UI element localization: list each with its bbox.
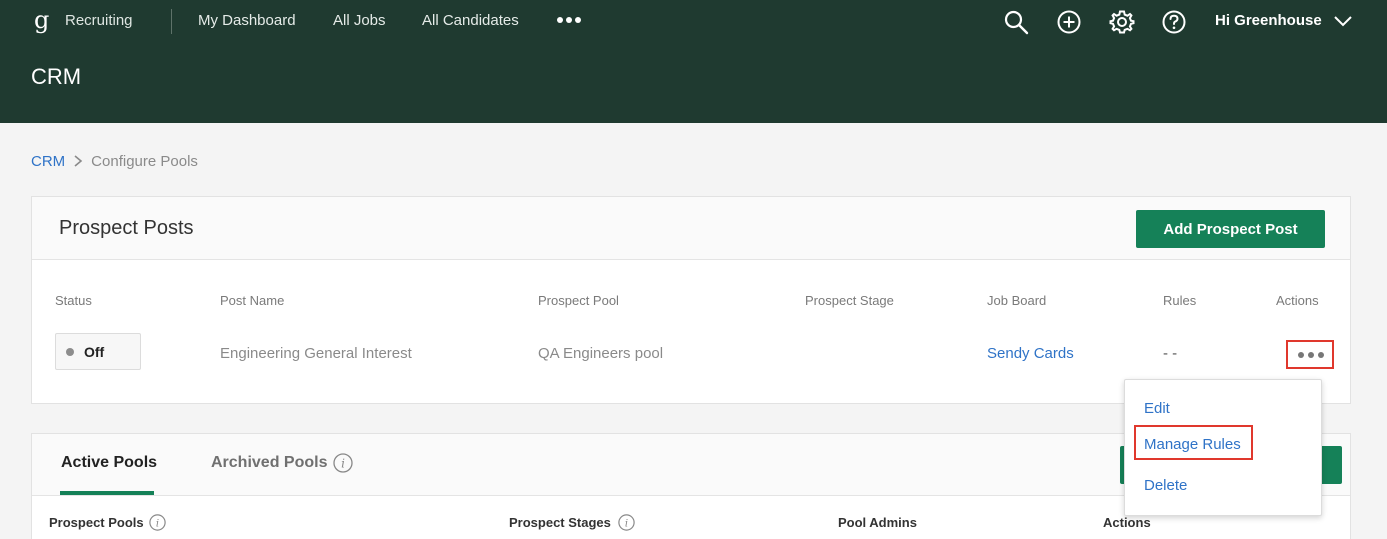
column-header-actions: Actions (1276, 293, 1319, 308)
prospect-pool-cell: QA Engineers pool (538, 345, 664, 362)
add-icon[interactable] (1056, 9, 1082, 35)
prospect-posts-title: Prospect Posts (59, 217, 194, 239)
active-tab-indicator (60, 491, 154, 495)
user-menu-greeting[interactable]: Hi Greenhouse (1215, 12, 1322, 29)
post-name-cell: Engineering General Interest (220, 345, 412, 362)
row-actions-button[interactable] (1286, 340, 1334, 369)
info-icon[interactable]: i (618, 514, 635, 531)
brand-recruiting[interactable]: Recruiting (65, 12, 133, 29)
column-header-prospect-stage: Prospect Stage (805, 293, 894, 308)
column-header-job-board: Job Board (987, 293, 1047, 308)
tab-active-pools[interactable]: Active Pools (61, 454, 157, 472)
column-header-status: Status (55, 293, 92, 308)
column-header-rules: Rules (1163, 293, 1197, 308)
column-header-post-name: Post Name (220, 293, 285, 308)
svg-text:i: i (156, 519, 159, 530)
column-header-prospect-stages: Prospect Stages (509, 515, 611, 530)
status-indicator-dot (66, 348, 74, 356)
menu-item-delete[interactable]: Delete (1144, 477, 1187, 494)
prospect-posts-header: Prospect Posts Add Prospect Post (32, 197, 1350, 260)
actions-dropdown-menu: Edit Manage Rules Delete (1124, 379, 1322, 516)
svg-text:i: i (625, 519, 628, 530)
top-nav-bar: g Recruiting My Dashboard All Jobs All C… (0, 0, 1387, 123)
ellipsis-icon (1298, 352, 1324, 358)
column-header-prospect-pools: Prospect Pools (49, 515, 144, 530)
breadcrumb-configure-pools: Configure Pools (91, 153, 198, 170)
page-title: CRM (31, 64, 82, 89)
rules-cell: - - (1163, 345, 1178, 362)
tab-archived-pools[interactable]: Archived Pools (211, 454, 327, 472)
status-label: Off (84, 344, 105, 360)
column-header-prospect-pool: Prospect Pool (538, 293, 619, 308)
menu-item-manage-rules[interactable]: Manage Rules (1144, 436, 1241, 453)
greenhouse-logo[interactable]: g (34, 6, 49, 34)
gear-icon[interactable] (1109, 9, 1135, 35)
job-board-link[interactable]: Sendy Cards (987, 345, 1074, 362)
chevron-right-icon (74, 155, 83, 167)
info-icon[interactable]: i (149, 514, 166, 531)
nav-my-dashboard[interactable]: My Dashboard (198, 12, 296, 29)
column-header-pool-admins: Pool Admins (838, 515, 917, 530)
svg-text:i: i (341, 457, 345, 471)
nav-all-candidates[interactable]: All Candidates (422, 12, 519, 29)
help-icon[interactable] (1161, 9, 1187, 35)
status-toggle[interactable]: Off (55, 333, 141, 370)
breadcrumb-crm[interactable]: CRM (31, 153, 65, 170)
ellipsis-icon[interactable] (556, 16, 582, 24)
nav-all-jobs[interactable]: All Jobs (333, 12, 386, 29)
prospect-posts-card: Prospect Posts Add Prospect Post Status … (31, 196, 1351, 404)
chevron-down-icon[interactable] (1333, 15, 1353, 27)
breadcrumb: CRM Configure Pools (31, 153, 198, 170)
nav-divider (171, 9, 172, 34)
info-icon[interactable]: i (333, 453, 353, 473)
add-prospect-post-button[interactable]: Add Prospect Post (1136, 210, 1325, 248)
search-icon[interactable] (1003, 9, 1029, 35)
column-header-pool-actions: Actions (1103, 515, 1151, 530)
menu-item-edit[interactable]: Edit (1144, 400, 1170, 417)
